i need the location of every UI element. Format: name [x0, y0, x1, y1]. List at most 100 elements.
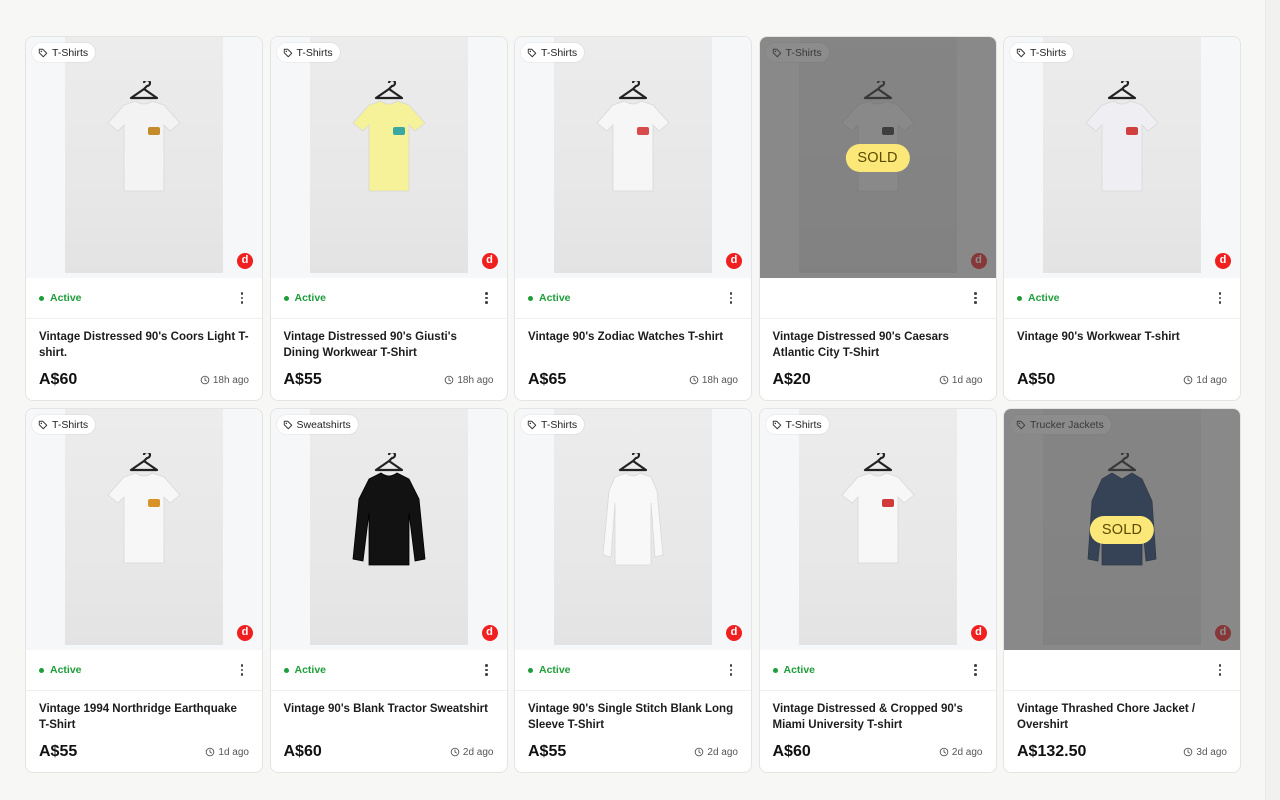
- product-photo: [65, 409, 223, 645]
- listing-card[interactable]: T-Shirts d Active Vintage Distressed & C…: [758, 408, 997, 773]
- more-vertical-icon[interactable]: [1213, 663, 1227, 677]
- product-photo: [309, 37, 468, 273]
- status-badge: Active: [283, 664, 326, 676]
- listing-title[interactable]: Vintage 90's Single Stitch Blank Long Sl…: [515, 691, 751, 739]
- listing-status-row: Active: [515, 650, 751, 691]
- tag-icon: [283, 48, 292, 57]
- page-scrollbar[interactable]: [1265, 0, 1280, 800]
- status-label: Active: [294, 292, 327, 304]
- listing-age: 1d ago: [1183, 375, 1227, 386]
- listing-image[interactable]: T-Shirts d: [26, 37, 262, 278]
- category-tag: T-Shirts: [32, 43, 96, 62]
- listing-price: A$65: [528, 371, 567, 388]
- clock-icon: [939, 375, 949, 385]
- listing-age: 3d ago: [1183, 747, 1227, 758]
- listing-status-row: Active: [270, 278, 507, 319]
- garment-image: [596, 100, 670, 192]
- listing-image[interactable]: T-Shirts d: [1004, 37, 1240, 278]
- listing-price: A$20: [772, 371, 811, 388]
- clock-icon: [200, 375, 210, 385]
- status-badge: Active: [39, 664, 82, 676]
- more-vertical-icon[interactable]: [480, 291, 494, 305]
- listing-image[interactable]: T-Shirts d: [515, 37, 751, 278]
- category-tag: Sweatshirts: [276, 415, 358, 434]
- listing-image[interactable]: Sweatshirts d: [270, 409, 507, 650]
- listing-age-label: 18h ago: [212, 374, 249, 386]
- listing-status-row: Active: [270, 650, 507, 691]
- listing-age-label: 2d ago: [462, 746, 494, 758]
- listing-title[interactable]: Vintage 90's Zodiac Watches T-shirt: [515, 319, 751, 367]
- status-label: Active: [539, 292, 571, 304]
- listing-title[interactable]: Vintage 90's Workwear T-shirt: [1004, 319, 1240, 367]
- depop-logo-icon: d: [1215, 253, 1231, 269]
- status-badge: Active: [528, 664, 571, 676]
- listing-image[interactable]: T-Shirts d: [270, 37, 507, 278]
- listing-title[interactable]: Vintage Distressed 90's Caesars Atlantic…: [760, 319, 996, 367]
- category-label: T-Shirts: [1030, 46, 1067, 59]
- listing-card[interactable]: T-Shirts d Active Vintage 90's Workwear …: [1003, 36, 1241, 401]
- status-dot: [283, 667, 289, 673]
- listing-footer: A$55 2d ago: [515, 739, 751, 761]
- product-photo: [309, 409, 468, 645]
- listing-card[interactable]: T-Shirts d Active Vintage Distressed 90'…: [25, 36, 263, 401]
- listing-age-label: 1d ago: [218, 746, 249, 758]
- more-vertical-icon[interactable]: [235, 291, 249, 305]
- listing-card[interactable]: T-Shirts d Active Vintage 90's Zodiac Wa…: [514, 36, 752, 401]
- listing-card[interactable]: T-Shirts d Active Vintage Distressed 90'…: [269, 36, 508, 401]
- listing-age-label: 2d ago: [707, 746, 738, 758]
- category-label: T-Shirts: [541, 46, 578, 59]
- more-vertical-icon[interactable]: [969, 663, 983, 677]
- depop-letter: d: [730, 254, 738, 266]
- listing-card[interactable]: Sweatshirts d Active Vintage 90's Blank …: [269, 408, 508, 773]
- listing-status-row: Active: [515, 278, 751, 319]
- listing-title[interactable]: Vintage Distressed & Cropped 90's Miami …: [760, 691, 996, 739]
- depop-logo-icon: d: [481, 253, 498, 269]
- status-label: Active: [1028, 292, 1060, 304]
- more-vertical-icon[interactable]: [724, 291, 738, 305]
- clock-icon: [450, 747, 460, 757]
- listings-grid: T-Shirts d Active Vintage Distressed 90'…: [25, 36, 1241, 773]
- listing-title[interactable]: Vintage 90's Blank Tractor Sweatshirt: [271, 691, 507, 739]
- more-vertical-icon[interactable]: [480, 663, 494, 677]
- status-badge: Active: [39, 292, 82, 304]
- tag-icon: [1016, 48, 1026, 57]
- more-vertical-icon[interactable]: [724, 663, 738, 677]
- depop-logo-icon: d: [481, 625, 498, 641]
- garment-image: [602, 472, 664, 566]
- listing-image[interactable]: T-Shirts d SOLD: [759, 37, 996, 278]
- listing-card[interactable]: Trucker Jackets d SOLD Vintage Thrashed …: [1003, 408, 1241, 773]
- listing-title[interactable]: Vintage 1994 Northridge Earthquake T-Shi…: [26, 691, 262, 739]
- listing-status-row: Active: [759, 650, 996, 691]
- more-vertical-icon[interactable]: [969, 291, 983, 305]
- category-tag: T-Shirts: [521, 415, 585, 434]
- listing-title[interactable]: Vintage Distressed 90's Giusti's Dining …: [271, 319, 507, 367]
- listing-price: A$60: [39, 371, 78, 388]
- garment-image: [351, 100, 426, 192]
- more-vertical-icon[interactable]: [1213, 291, 1227, 305]
- category-tag: T-Shirts: [1010, 43, 1074, 62]
- more-vertical-icon[interactable]: [235, 663, 249, 677]
- garment-image: [107, 100, 181, 192]
- listing-footer: A$60 18h ago: [26, 367, 262, 389]
- listing-card[interactable]: T-Shirts d Active Vintage 1994 Northridg…: [25, 408, 263, 773]
- garment-image: [107, 472, 181, 564]
- listing-title[interactable]: Vintage Distressed 90's Coors Light T-sh…: [26, 319, 262, 367]
- listing-image[interactable]: T-Shirts d: [26, 409, 262, 650]
- listing-image[interactable]: T-Shirts d: [759, 409, 996, 650]
- depop-letter: d: [241, 626, 249, 638]
- sold-badge: SOLD: [1089, 515, 1155, 544]
- listing-title[interactable]: Vintage Thrashed Chore Jacket / Overshir…: [1004, 691, 1240, 739]
- listing-card[interactable]: T-Shirts d SOLD Vintage Distressed 90's …: [758, 36, 997, 401]
- product-photo: [554, 409, 712, 645]
- category-tag: T-Shirts: [32, 415, 96, 434]
- listing-image[interactable]: Trucker Jackets d SOLD: [1004, 409, 1240, 650]
- category-label: T-Shirts: [52, 46, 89, 59]
- depop-logo-icon: d: [726, 253, 742, 269]
- listing-card[interactable]: T-Shirts d Active Vintage 90's Single St…: [514, 408, 752, 773]
- listing-image[interactable]: T-Shirts d: [515, 409, 751, 650]
- status-badge: Active: [1017, 292, 1060, 304]
- listing-status-row: [759, 278, 996, 319]
- clock-icon: [445, 375, 454, 385]
- listing-footer: A$60 2d ago: [760, 739, 996, 761]
- product-photo: [65, 37, 223, 273]
